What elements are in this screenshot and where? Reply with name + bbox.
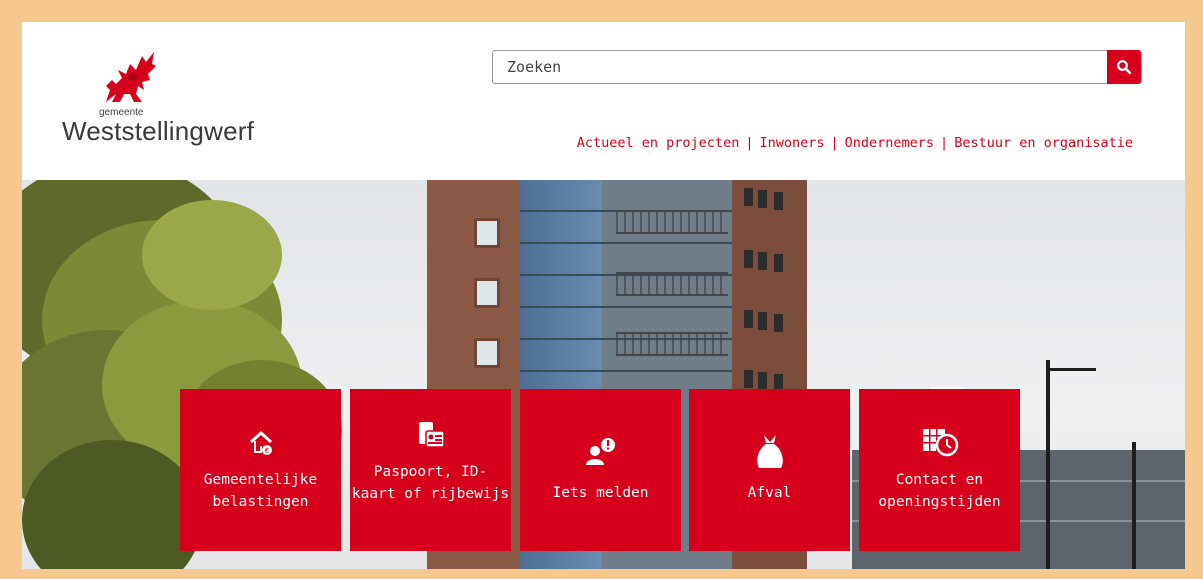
tile-label: Paspoort, ID- kaart of rijbewijs [351, 464, 510, 502]
tile-gemeentelijke-belastingen[interactable]: € Gemeentelijke belastingen [180, 389, 341, 551]
tile-afval[interactable]: Afval [689, 389, 850, 551]
page: gemeente Weststellingwerf Actueel en pro… [22, 22, 1185, 569]
waste-bag-icon [756, 435, 783, 468]
tile-label: Gemeentelijke belastingen [203, 472, 318, 510]
tile-label: Contact en openingstijden [878, 472, 1001, 510]
tile-label: Afval [747, 485, 792, 501]
top-navigation: Actueel en projecten | Inwoners | Ondernemer… [577, 135, 1133, 151]
search-box [492, 50, 1142, 84]
tile-iets-melden[interactable]: Iets melden [520, 389, 681, 551]
tile-contact-openingstijden[interactable]: Contact en openingstijden [859, 389, 1020, 551]
tile-paspoort[interactable]: Paspoort, ID- kaart of rijbewijs [350, 389, 511, 551]
svg-text:€: € [264, 447, 268, 455]
id-card-icon [418, 422, 445, 448]
calendar-clock-icon [922, 429, 958, 457]
nav-ondernemers[interactable]: Ondernemers [845, 135, 934, 151]
logo-name: Weststellingwerf [62, 116, 255, 146]
nav-actueel[interactable]: Actueel en projecten [577, 135, 740, 151]
nav-inwoners[interactable]: Inwoners [759, 135, 824, 151]
site-header: gemeente Weststellingwerf Actueel en pro… [22, 22, 1185, 180]
search-button[interactable] [1107, 50, 1141, 84]
tile-label: Iets melden [552, 485, 649, 501]
search-input[interactable] [493, 51, 1107, 83]
house-tax-icon: € [249, 430, 272, 455]
griffin-logo-icon [106, 52, 156, 102]
site-logo[interactable]: gemeente Weststellingwerf [62, 50, 282, 150]
report-person-icon [585, 438, 615, 465]
nav-separator: | [830, 135, 839, 151]
nav-separator: | [745, 135, 754, 151]
nav-separator: | [940, 135, 949, 151]
search-icon [1117, 60, 1132, 75]
nav-bestuur[interactable]: Bestuur en organisatie [954, 135, 1133, 151]
